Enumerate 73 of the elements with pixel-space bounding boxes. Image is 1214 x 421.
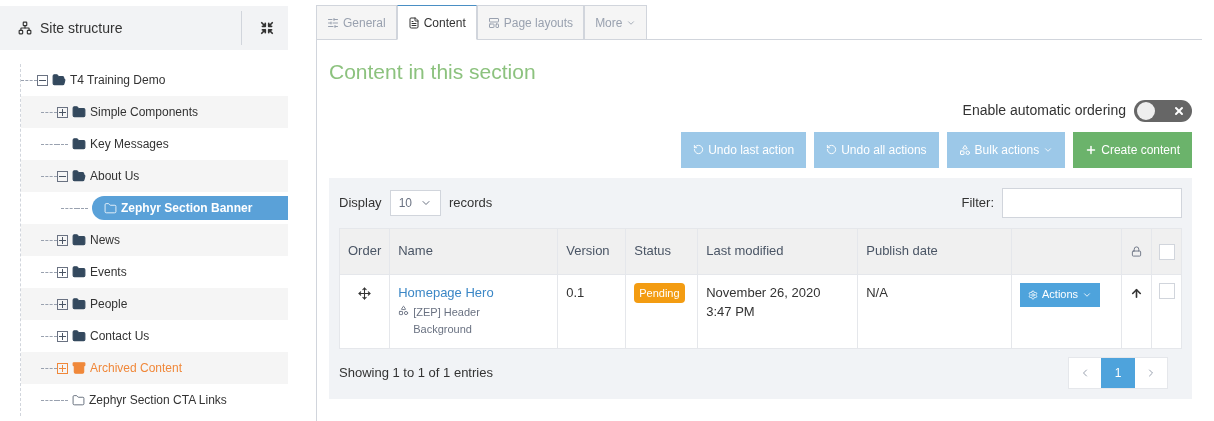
drag-handle-icon[interactable] xyxy=(358,286,372,300)
column-header: Status xyxy=(625,228,698,274)
shapes-icon xyxy=(398,305,410,316)
table-cell: 0.1 xyxy=(557,274,626,348)
column-header: Last modified xyxy=(697,228,858,274)
tree-item[interactable]: About Us xyxy=(72,167,140,185)
section-heading: Content in this section xyxy=(329,59,537,85)
tab[interactable]: More xyxy=(584,5,648,40)
folder-icon xyxy=(72,137,86,151)
folder-icon xyxy=(72,393,85,407)
column-header: Version xyxy=(557,228,626,274)
folder-icon xyxy=(72,297,86,311)
column-header: Publish date xyxy=(857,228,1012,274)
tree-item[interactable]: Key Messages xyxy=(72,135,169,153)
tree-item[interactable]: Contact Us xyxy=(72,327,150,345)
expand-icon[interactable] xyxy=(57,266,68,278)
close-icon xyxy=(1173,104,1185,117)
column-header: Name xyxy=(389,228,558,274)
sitemap-icon xyxy=(18,21,32,35)
page-size-select[interactable]: 10 xyxy=(389,189,441,216)
entries-info: Showing 1 to 1 of 1 entries xyxy=(339,363,493,382)
table-cell: N/A xyxy=(857,274,1012,348)
column-header: Order xyxy=(339,228,390,274)
archive-icon xyxy=(72,361,86,375)
gear-icon xyxy=(1028,289,1038,300)
ordering-switch[interactable] xyxy=(1134,99,1192,122)
expand-icon[interactable] xyxy=(57,298,68,310)
folder-icon xyxy=(72,105,86,119)
filter-label: Filter: xyxy=(961,193,994,212)
folder-icon xyxy=(72,329,86,343)
status-badge: Pending xyxy=(634,282,685,303)
folder-icon xyxy=(52,73,66,87)
collapse-icon[interactable] xyxy=(57,170,68,182)
collapse-icon[interactable] xyxy=(37,74,48,86)
tree-item[interactable]: Zephyr Section Banner xyxy=(92,196,288,220)
sliders-icon xyxy=(327,16,339,29)
content-type: [ZEP] Header Background xyxy=(413,305,481,337)
tab[interactable]: Content xyxy=(396,5,477,40)
table-cell: November 26, 2020 3:47 PM xyxy=(697,274,858,348)
tree-item[interactable]: T4 Training Demo xyxy=(52,71,166,89)
arrow-up-icon[interactable] xyxy=(1130,286,1143,300)
shapes-icon xyxy=(958,143,971,156)
tree-item[interactable]: Zephyr Section CTA Links xyxy=(72,391,227,409)
folder-icon xyxy=(72,233,86,247)
display-label: Display xyxy=(339,193,382,212)
plus-icon xyxy=(1085,143,1098,156)
folder-icon xyxy=(72,169,86,183)
tab[interactable]: Page layouts xyxy=(476,5,585,40)
folder-icon xyxy=(104,201,117,215)
lock-icon xyxy=(1131,246,1142,258)
create-content-button[interactable]: Create content xyxy=(1073,131,1192,168)
tab[interactable]: General xyxy=(316,5,397,40)
filter-field[interactable] xyxy=(1002,187,1182,218)
layout-icon xyxy=(487,16,500,29)
tree-item[interactable]: People xyxy=(72,295,128,313)
ordering-label: Enable automatic ordering xyxy=(962,101,1126,120)
expand-icon[interactable] xyxy=(57,330,68,342)
actions-button[interactable]: Actions xyxy=(1020,282,1101,307)
content-name-link[interactable]: Homepage Hero xyxy=(398,282,550,302)
expand-icon[interactable] xyxy=(57,234,68,246)
records-label: records xyxy=(449,193,493,212)
expand-icon[interactable] xyxy=(57,106,68,118)
folder-icon xyxy=(72,265,86,279)
undo-icon xyxy=(826,144,838,155)
tree-item[interactable]: News xyxy=(72,231,120,249)
tree-item[interactable]: Events xyxy=(72,263,127,281)
row-checkbox[interactable] xyxy=(1158,282,1175,299)
document-icon xyxy=(407,16,420,29)
page-button[interactable]: 1 xyxy=(1101,357,1135,388)
sidebar-title: Site structure xyxy=(40,18,124,38)
undo-icon xyxy=(693,144,705,155)
select-all-checkbox[interactable] xyxy=(1158,243,1175,260)
collapse-panel-icon[interactable] xyxy=(260,21,274,35)
